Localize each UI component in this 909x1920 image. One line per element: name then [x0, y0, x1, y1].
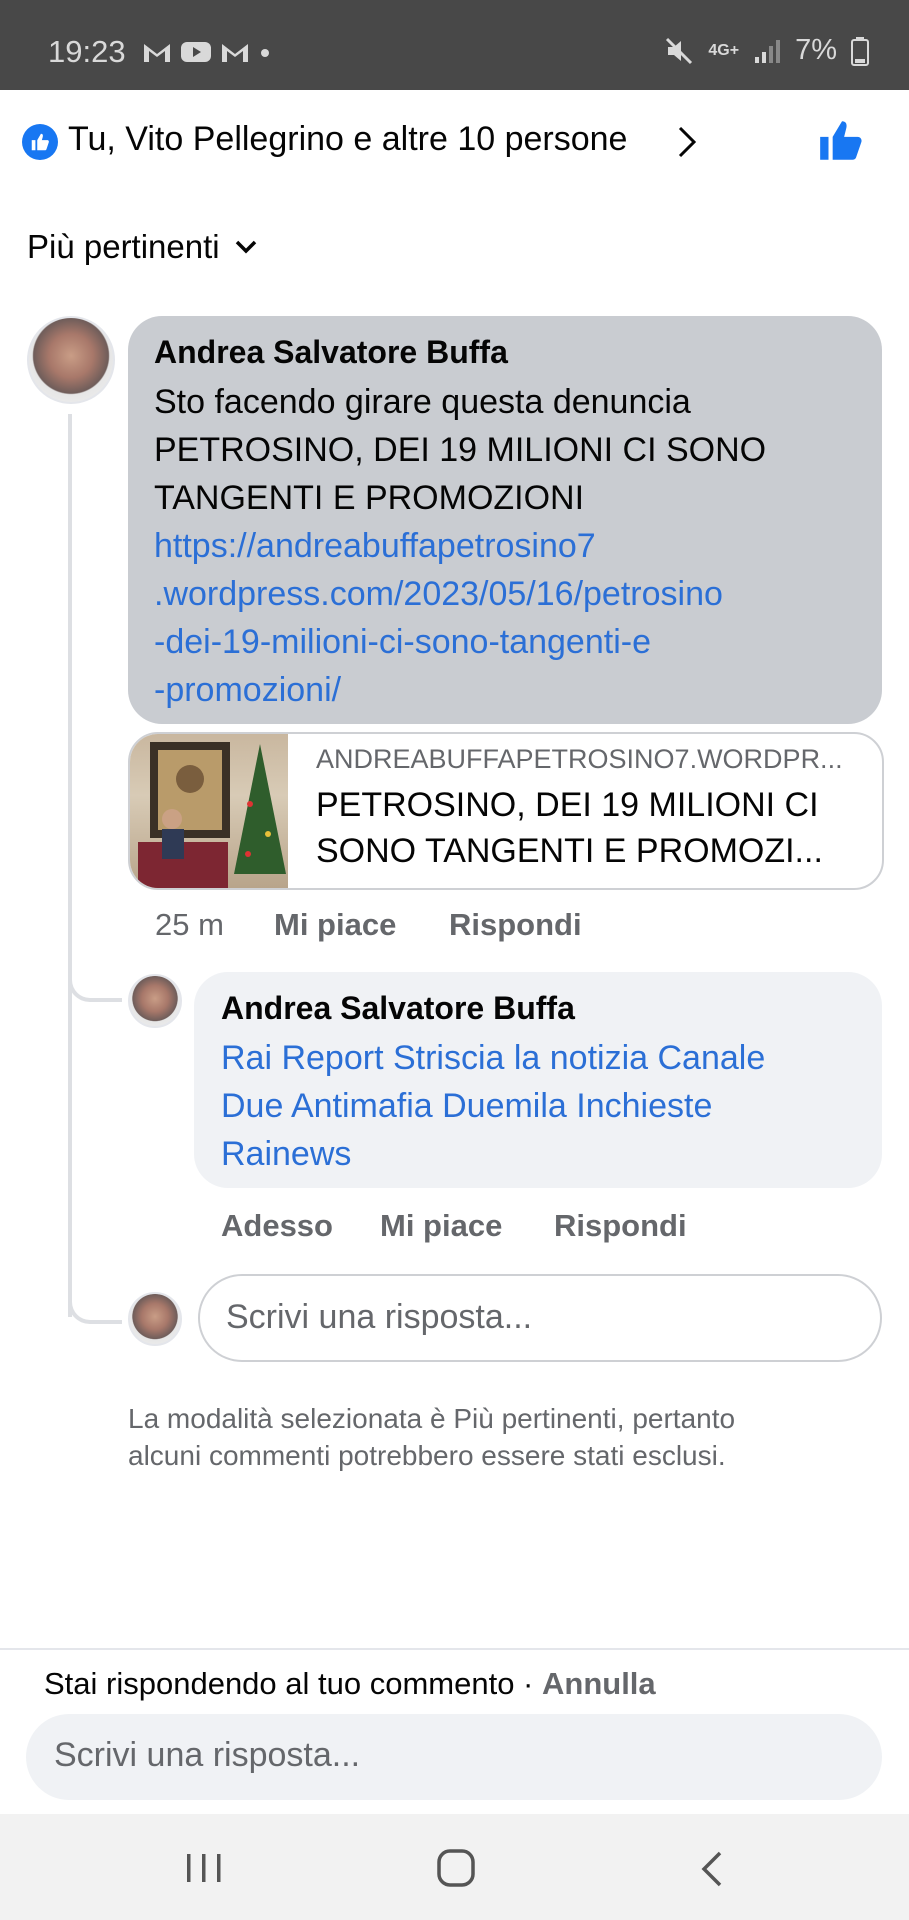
reply-text[interactable]: Rai Report Striscia la notizia Canale Du…	[221, 1034, 871, 1178]
avatar	[128, 1292, 182, 1346]
comment-link[interactable]: -promozioni/	[154, 666, 866, 714]
sort-notice: La modalità selezionata è Più pertinenti…	[128, 1400, 848, 1474]
link-preview-title-line: PETROSINO, DEI 19 MILIONI CI	[316, 786, 819, 824]
recent-apps-icon[interactable]	[184, 1850, 224, 1886]
sort-dropdown[interactable]: Più pertinenti	[27, 228, 258, 266]
comment-text: Sto facendo girare questa denuncia PETRO…	[154, 378, 866, 714]
reply-comment-button[interactable]: Rispondi	[449, 907, 582, 943]
reply-text-line[interactable]: Rai Report Striscia la notizia Canale	[221, 1034, 871, 1082]
comment-link[interactable]: -dei-19-milioni-ci-sono-tangenti-e	[154, 618, 866, 666]
youtube-icon	[181, 42, 211, 62]
reply-text-line[interactable]: Due Antimafia Duemila Inchieste	[221, 1082, 871, 1130]
comment-text-line: TANGENTI E PROMOZIONI	[154, 479, 585, 517]
like-comment-button[interactable]: Mi piace	[380, 1208, 502, 1244]
status-right: 4G+ 7%	[664, 34, 869, 67]
like-reaction-icon	[22, 124, 58, 160]
status-time: 19:23	[48, 34, 126, 69]
cancel-reply-button[interactable]: Annulla	[542, 1666, 656, 1701]
reply-text-line[interactable]: Rainews	[221, 1130, 871, 1178]
gmail-icon	[144, 44, 170, 62]
thread-line	[68, 414, 72, 1317]
network-type: 4G+	[708, 41, 740, 59]
link-preview-thumbnail	[130, 734, 288, 888]
avatar[interactable]	[128, 974, 182, 1028]
comment-time: 25 m	[155, 907, 224, 942]
chevron-down-icon	[235, 240, 256, 254]
dot-icon	[261, 49, 269, 57]
sort-notice-line: alcuni commenti potrebbero essere stati …	[128, 1440, 726, 1471]
link-preview-domain: ANDREABUFFAPETROSINO7.WORDPR...	[316, 744, 843, 774]
notification-icons	[142, 40, 272, 64]
comment-link[interactable]: .wordpress.com/2023/05/16/petrosino	[154, 570, 866, 618]
mute-icon	[666, 37, 693, 64]
avatar[interactable]	[27, 316, 115, 404]
reactions-summary[interactable]: Tu, Vito Pellegrino e altre 10 persone	[68, 120, 627, 159]
home-icon[interactable]	[436, 1848, 476, 1888]
comment-link[interactable]: https://andreabuffapetrosino7	[154, 522, 866, 570]
comment-composer-placeholder[interactable]: Scrivi una risposta...	[54, 1736, 360, 1775]
back-icon[interactable]	[698, 1850, 726, 1888]
reply-comment-button[interactable]: Rispondi	[554, 1208, 687, 1244]
comment-text-line: Sto facendo girare questa denuncia	[154, 383, 691, 421]
link-preview-title: PETROSINO, DEI 19 MILIONI CI SONO TANGEN…	[316, 782, 864, 874]
like-comment-button[interactable]: Mi piace	[274, 907, 396, 943]
comment-text-line: PETROSINO, DEI 19 MILIONI CI SONO	[154, 431, 767, 469]
sort-label: Più pertinenti	[27, 228, 220, 265]
replying-text: Stai rispondendo al tuo commento ·	[44, 1666, 542, 1701]
link-preview-title-line: SONO TANGENTI E PROMOZI...	[316, 832, 823, 870]
replying-indicator: Stai rispondendo al tuo commento · Annul…	[44, 1666, 656, 1702]
battery-icon	[851, 36, 869, 66]
sort-notice-line: La modalità selezionata è Più pertinenti…	[128, 1403, 736, 1434]
signal-icon	[755, 39, 781, 63]
gmail-icon	[222, 44, 248, 62]
battery-percent: 7%	[795, 34, 837, 66]
comment-time: Adesso	[221, 1208, 333, 1243]
comment-author[interactable]: Andrea Salvatore Buffa	[154, 334, 508, 371]
like-button-icon[interactable]	[816, 116, 866, 166]
thread-connector	[68, 1260, 122, 1324]
thread-connector	[68, 942, 122, 1002]
link-preview-card[interactable]: ANDREABUFFAPETROSINO7.WORDPR... PETROSIN…	[128, 732, 884, 890]
composer-divider	[0, 1648, 909, 1650]
comment-author[interactable]: Andrea Salvatore Buffa	[221, 990, 575, 1027]
inline-reply-placeholder[interactable]: Scrivi una risposta...	[226, 1298, 532, 1337]
chevron-right-icon[interactable]	[676, 124, 698, 160]
